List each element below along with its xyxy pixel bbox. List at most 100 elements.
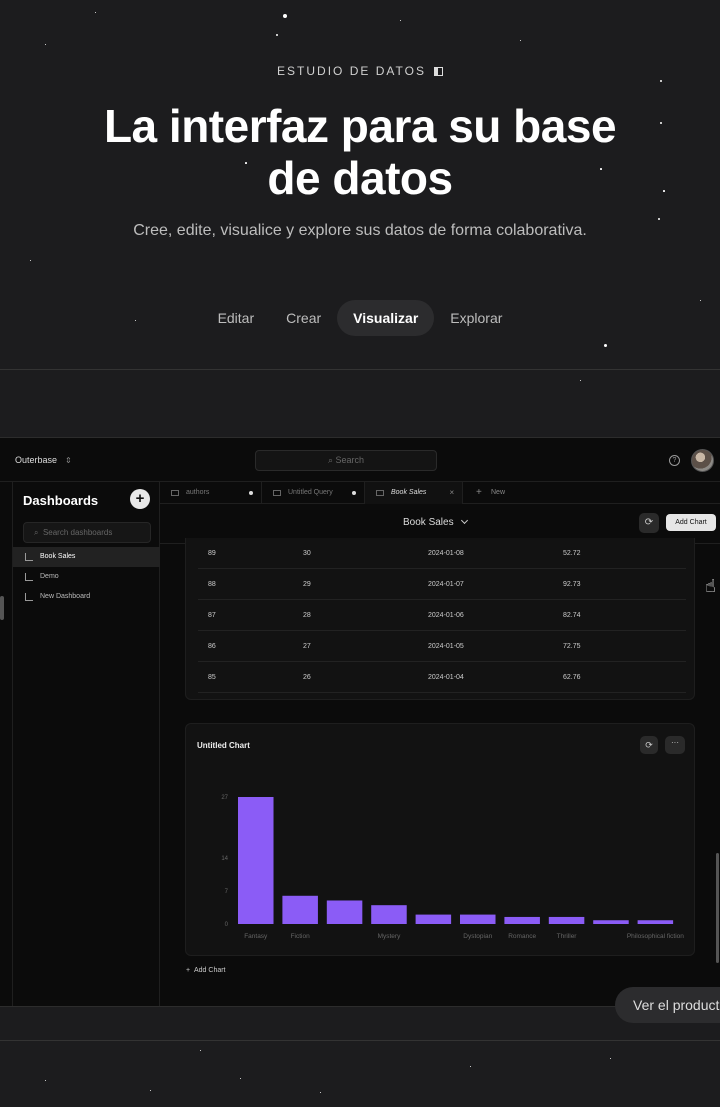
mode-tabs: Editar Crear Visualizar Explorar (0, 300, 720, 336)
bar-chart: 0 7 14 27 Fantasy Fiction Mystery Dystopian Roma… (221, 795, 684, 940)
chart-bar[interactable] (460, 914, 496, 924)
table-cell: 2024-01-07 (428, 581, 464, 588)
table-cell: 85 (208, 674, 216, 681)
table-row[interactable]: 88 29 2024-01-07 92.73 (198, 569, 686, 600)
left-scroll-handle[interactable] (0, 596, 4, 620)
table-cell: 30 (303, 550, 311, 557)
table-cell: 87 (208, 612, 216, 619)
chart-bar[interactable] (326, 900, 363, 924)
table-cell: 52.72 (563, 550, 581, 557)
headline-line-1: La interfaz para su base (103, 100, 617, 152)
avatar[interactable] (691, 449, 714, 472)
y-tick-label: 14 (221, 856, 228, 862)
dashboard-title: Book Sales (403, 517, 454, 528)
add-dashboard-button[interactable]: + (130, 489, 150, 509)
chart-bar[interactable] (282, 895, 318, 924)
tab-crear[interactable]: Crear (270, 300, 337, 336)
table-row[interactable]: 85 26 2024-01-04 62.76 (198, 662, 686, 693)
table-cell: 92.73 (563, 581, 581, 588)
tab-label: Book Sales (391, 489, 427, 496)
search-placeholder: Search (335, 455, 365, 465)
table-cell: 28 (303, 612, 311, 619)
x-tick-label: Fiction (291, 933, 311, 940)
tab-visualizar[interactable]: Visualizar (337, 300, 435, 336)
chart-icon (25, 593, 33, 601)
dashboard-selector[interactable]: Book Sales (403, 516, 468, 528)
table-cell: 26 (303, 674, 311, 681)
hero-section: ESTUDIO DE DATOS La interfaz para su bas… (0, 0, 720, 370)
chart-bar[interactable] (238, 797, 274, 924)
star (580, 380, 581, 381)
sidebar-item-label: Demo (40, 573, 59, 580)
sidebar-item-label: New Dashboard (40, 593, 91, 600)
tab-label: authors (186, 489, 210, 496)
chart-bar[interactable] (637, 920, 674, 924)
table-cell: 29 (303, 581, 311, 588)
refresh-button[interactable]: ⟳ (639, 513, 659, 533)
workspace-switcher[interactable]: Outerbase ⇕ (15, 455, 72, 465)
table-cell: 86 (208, 643, 216, 650)
headline-line-2: de datos (267, 152, 453, 204)
sidebar-title: Dashboards (23, 493, 99, 508)
sidebar: Dashboards + ⌕ Search dashboards Book Sa… (12, 482, 160, 1006)
table-row[interactable]: 87 28 2024-01-06 82.74 (198, 600, 686, 631)
sidebar-item-label: Book Sales (40, 553, 76, 560)
sidebar-item-new-dashboard[interactable]: New Dashboard (13, 587, 160, 607)
chart-bar[interactable] (371, 905, 407, 924)
table-cell: 2024-01-06 (428, 612, 464, 619)
table-cell: 82.74 (563, 612, 581, 619)
brand-name: Outerbase (15, 455, 58, 465)
tab-authors[interactable]: authors (160, 482, 262, 504)
plus-icon: + (476, 487, 482, 498)
table-cell: 27 (303, 643, 311, 650)
chart-icon (25, 573, 33, 581)
app-topbar: Outerbase ⇕ ⌕ Search ? (0, 438, 720, 482)
right-scrollbar[interactable] (716, 853, 719, 963)
tab-book-sales[interactable]: Book Sales × (365, 482, 463, 504)
y-tick-label: 27 (221, 795, 228, 801)
table-icon (171, 490, 179, 496)
x-tick-label: Mystery (378, 933, 402, 940)
hero-subtitle: Cree, edite, visualice y explore sus dat… (133, 222, 587, 239)
table-cell: 89 (208, 550, 216, 557)
refresh-icon: ⟳ (644, 517, 654, 528)
table-cell: 2024-01-05 (428, 643, 464, 650)
table-cell: 2024-01-04 (428, 674, 464, 681)
chevron-down-icon (460, 516, 468, 525)
query-icon (273, 490, 281, 496)
table-row[interactable]: 86 27 2024-01-05 72.75 (198, 631, 686, 662)
add-chart-link[interactable]: + Add Chart (186, 967, 226, 974)
tab-explorar[interactable]: Explorar (434, 300, 518, 336)
help-icon[interactable]: ? (669, 455, 680, 466)
x-tick-label: Philosophical fiction (627, 933, 684, 940)
x-tick-label: Romance (508, 933, 536, 940)
chart-bar[interactable] (504, 916, 540, 924)
table-row[interactable]: 89 30 2024-01-08 52.72 (198, 538, 686, 569)
page-title: La interfaz para su base de datos (60, 100, 660, 204)
x-tick-label: Dystopian (463, 933, 492, 940)
search-input[interactable]: ⌕ Search (255, 450, 437, 471)
sidebar-item-book-sales[interactable]: Book Sales (13, 547, 160, 567)
sidebar-item-demo[interactable]: Demo (13, 567, 160, 587)
tab-bar: authors Untitled Query Book Sales × + New (160, 482, 720, 504)
chart-bar[interactable] (415, 914, 452, 924)
sort-icon: ⇕ (65, 456, 72, 465)
add-chart-button[interactable]: Add Chart (666, 514, 716, 531)
chart-bar[interactable] (593, 920, 629, 924)
chart-icon (376, 490, 384, 496)
tab-new[interactable]: + New (463, 482, 523, 504)
pointer-cursor-icon: ☝ (705, 576, 716, 596)
chart-bar[interactable] (548, 916, 585, 924)
table-cell: 2024-01-08 (428, 550, 464, 557)
chart-card: Untitled Chart ⟳ ··· 0 7 14 27 Fantasy Fictio… (185, 723, 695, 956)
search-dashboards-input[interactable]: ⌕ Search dashboards (23, 522, 151, 543)
view-product-button[interactable]: Ver el producto (615, 987, 720, 1023)
table-cell: 62.76 (563, 674, 581, 681)
search-dashboards-placeholder: Search dashboards (42, 528, 113, 537)
tab-editar[interactable]: Editar (202, 300, 271, 336)
close-icon[interactable]: × (449, 482, 454, 504)
bottom-section (0, 1040, 720, 1107)
unsaved-dot (352, 491, 356, 495)
tab-untitled-query[interactable]: Untitled Query (262, 482, 365, 504)
add-chart-label: Add Chart (193, 967, 226, 974)
